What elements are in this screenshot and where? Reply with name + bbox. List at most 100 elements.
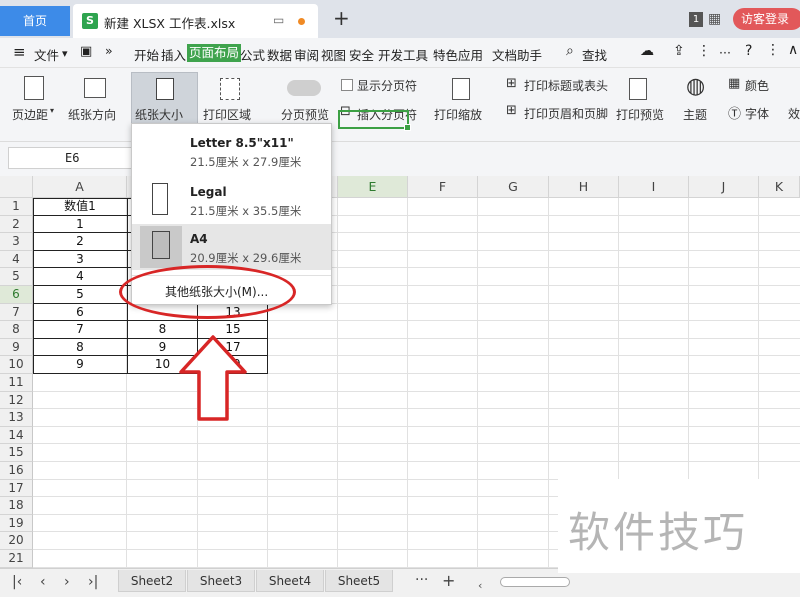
column-header-h[interactable]: H (549, 176, 619, 198)
column-header-i[interactable]: I (619, 176, 689, 198)
row-header-6[interactable]: 6 (0, 286, 33, 304)
chevron-down-icon[interactable]: ▾ (62, 47, 68, 60)
first-sheet-icon[interactable]: |‹ (12, 574, 22, 590)
row-header-15[interactable]: 15 (0, 444, 33, 462)
hamburger-icon[interactable]: ≡ (13, 43, 26, 61)
page-break-toggle[interactable] (287, 80, 321, 96)
cell-a1[interactable]: 数值1 (33, 198, 127, 215)
row-header-12[interactable]: 12 (0, 391, 33, 410)
more-dots-icon[interactable]: ··· (719, 45, 731, 60)
more-sheets-icon[interactable]: ··· (415, 572, 428, 588)
cell-a9[interactable]: 8 (33, 339, 127, 356)
horizontal-scrollbar[interactable] (500, 577, 570, 587)
cell-a5[interactable]: 4 (33, 268, 127, 285)
sheet-tab[interactable]: Sheet4 (256, 570, 324, 592)
paper-option-letter[interactable]: Letter 8.5"x11" 21.5厘米 x 27.9厘米 (132, 128, 331, 174)
menu-features[interactable]: 特色应用 (433, 45, 483, 64)
add-sheet-icon[interactable]: + (442, 571, 455, 590)
print-titles-button[interactable]: 打印标题或表头 (524, 77, 608, 94)
menu-file[interactable]: 文件 (34, 45, 59, 64)
row-header-7[interactable]: 7 (0, 303, 33, 322)
cell-a7[interactable]: 6 (33, 304, 127, 321)
margins-button[interactable]: 页边距 (12, 106, 48, 123)
new-tab-plus-icon[interactable]: + (333, 6, 350, 30)
sheet-tab[interactable]: Sheet2 (118, 570, 186, 592)
cell-a3[interactable]: 2 (33, 233, 127, 250)
select-all-corner[interactable] (0, 176, 33, 198)
menu-insert[interactable]: 插入 (161, 45, 186, 64)
menu-view[interactable]: 视图 (321, 45, 346, 64)
row-header-9[interactable]: 9 (0, 338, 33, 357)
paper-option-legal[interactable]: Legal 21.5厘米 x 35.5厘米 (132, 177, 331, 223)
search-icon[interactable]: ⌕ (566, 43, 574, 59)
row-header-4[interactable]: 4 (0, 250, 33, 269)
effects-button[interactable]: 效 (788, 105, 800, 122)
menu-security[interactable]: 安全 (349, 45, 374, 64)
print-area-button[interactable]: 打印区域 (203, 106, 251, 123)
print-preview-button[interactable]: 打印预览 (616, 106, 664, 123)
menu-page-layout[interactable]: 页面布局 (187, 44, 242, 62)
row-header-18[interactable]: 18 (0, 497, 33, 515)
monitor-icon[interactable]: ▭ (273, 13, 284, 27)
window-count-badge[interactable]: 1 (689, 12, 703, 27)
last-sheet-icon[interactable]: ›| (88, 574, 98, 590)
row-header-13[interactable]: 13 (0, 409, 33, 427)
cloud-icon[interactable]: ☁ (640, 43, 654, 59)
sheet-tab[interactable]: Sheet5 (325, 570, 393, 592)
menu-data[interactable]: 数据 (267, 45, 292, 64)
cell-a2[interactable]: 1 (33, 216, 127, 233)
collapse-icon[interactable]: ∧ (788, 42, 798, 58)
column-header-j[interactable]: J (689, 176, 759, 198)
column-header-a[interactable]: A (33, 176, 127, 198)
paper-size-button[interactable]: 纸张大小 (131, 72, 198, 130)
print-header-footer-button[interactable]: 打印页眉和页脚 (524, 105, 608, 122)
row-header-20[interactable]: 20 (0, 532, 33, 550)
login-button[interactable]: 访客登录 (733, 8, 800, 30)
menu-review[interactable]: 审阅 (294, 45, 319, 64)
paper-option-a4[interactable]: A4 20.9厘米 x 29.6厘米 (132, 224, 331, 270)
row-header-14[interactable]: 14 (0, 426, 33, 445)
theme-button[interactable]: 主题 (683, 106, 707, 123)
cell-a4[interactable]: 3 (33, 251, 127, 268)
row-header-5[interactable]: 5 (0, 268, 33, 286)
next-sheet-icon[interactable]: › (64, 574, 70, 590)
scroll-left-icon[interactable]: ‹ (478, 579, 482, 592)
name-box[interactable]: E6 (8, 147, 138, 169)
file-tab[interactable]: S 新建 XLSX 工作表.xlsx ▭ (73, 4, 318, 38)
row-header-17[interactable]: 17 (0, 479, 33, 498)
row-header-10[interactable]: 10 (0, 356, 33, 374)
settings-icon[interactable]: ⋮ (697, 43, 711, 59)
grid-icon[interactable]: ▦ (708, 11, 721, 27)
share-icon[interactable]: ⇪ (673, 43, 685, 59)
row-header-2[interactable]: 2 (0, 215, 33, 234)
cell-a10[interactable]: 9 (33, 356, 127, 373)
sheet-tab[interactable]: Sheet3 (187, 570, 255, 592)
column-header-g[interactable]: G (478, 176, 549, 198)
menu-start[interactable]: 开始 (134, 45, 159, 64)
fonts-button[interactable]: 字体 (745, 105, 769, 122)
help-icon[interactable]: ? (745, 43, 752, 59)
page-break-preview-button[interactable]: 分页预览 (281, 106, 329, 123)
selected-cell-e6[interactable] (338, 110, 411, 131)
row-header-16[interactable]: 16 (0, 462, 33, 480)
print-scaling-button[interactable]: 打印缩放 (434, 106, 482, 123)
save-icon[interactable]: ▣ (80, 44, 92, 59)
show-page-breaks-checkbox[interactable] (341, 79, 353, 91)
column-header-f[interactable]: F (408, 176, 478, 198)
menu-doc-assistant[interactable]: 文档助手 (492, 45, 542, 64)
row-header-8[interactable]: 8 (0, 321, 33, 339)
cell-a6[interactable]: 5 (33, 286, 127, 303)
cell-a8[interactable]: 7 (33, 321, 127, 338)
minimize-ribbon-icon[interactable]: ⋮ (766, 42, 780, 58)
prev-sheet-icon[interactable]: ‹ (40, 574, 46, 590)
row-header-11[interactable]: 11 (0, 374, 33, 392)
orientation-button[interactable]: 纸张方向 (68, 106, 116, 123)
column-header-e[interactable]: E (338, 176, 408, 198)
menu-developer[interactable]: 开发工具 (378, 45, 428, 64)
row-header-21[interactable]: 21 (0, 550, 33, 568)
colors-button[interactable]: 颜色 (745, 77, 769, 94)
home-tab[interactable]: 首页 (0, 6, 70, 36)
search-label[interactable]: 查找 (582, 45, 607, 64)
more-icon[interactable]: » (105, 43, 113, 58)
row-header-1[interactable]: 1 (0, 198, 33, 216)
